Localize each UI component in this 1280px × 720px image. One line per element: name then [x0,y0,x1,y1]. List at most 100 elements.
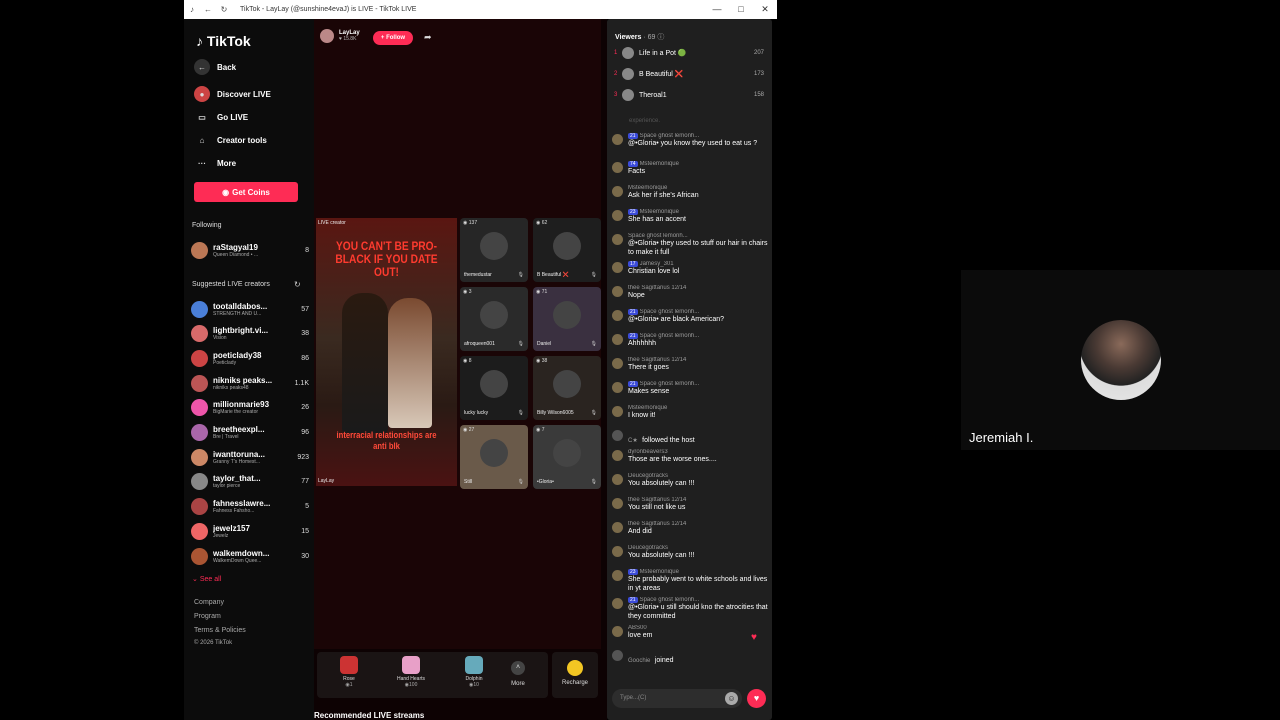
suggested-creator[interactable]: taylor_that... taylor pierce 77 [191,471,309,493]
user-avatar [612,474,623,485]
minimize-button[interactable]: — [705,4,729,15]
rank: 1 [614,50,618,56]
chat-text: There it goes [628,364,669,371]
user-avatar [612,570,623,581]
creator-name: raStagyal19 [213,242,258,252]
nav-go-live[interactable]: ▭ Go LIVE [194,109,248,125]
guest-tile[interactable]: ◉ 8 lucky lucky 🎙 [460,356,528,420]
creator-sub: Jewelz [213,532,229,539]
gift-rose[interactable]: Rose ◉1 [325,656,373,688]
gift-dolphin[interactable]: Dolphin ◉10 [450,656,498,688]
guest-score-value: 3 [468,289,472,295]
emoji-icon[interactable]: ☺ [725,692,738,705]
poster-figure-woman [388,298,432,428]
suggested-creator[interactable]: poeticlady38 Poeticlady 86 [191,347,309,369]
viewer-count: 15 [301,527,309,535]
chat-message: 23 Msteemonique She probably went to white… [612,569,768,593]
guest-tile[interactable]: ◉ 71 Daniel 🎙 [533,287,601,351]
suggested-creator[interactable]: iwanttoruna... Granny T's Homest... 923 [191,446,309,468]
host-video-poster[interactable]: LIVE creator YOU CAN'T BE PRO-BLACK IF Y… [316,218,457,486]
viewers-count: · 69 [643,34,656,41]
host-info[interactable]: LayLay ♥ 15.8K [320,29,360,43]
poster-title: YOU CAN'T BE PRO-BLACK IF YOU DATE OUT! [335,239,438,279]
refresh-icon[interactable]: ↻ [216,5,232,14]
guest-tile[interactable]: ◉ 38 Billy Wilson6005 🎙 [533,356,601,420]
chat-user: Msteemonique [639,161,679,167]
chat-message: C★ followed the host [612,429,768,447]
suggested-creator[interactable]: fahnesslawre... Fahness Fahsho... 5 [191,496,309,518]
user-avatar [612,598,623,609]
guest-score-value: 38 [541,358,548,364]
avatar [191,473,208,491]
nav-more[interactable]: ··· More [194,155,236,171]
footer-program[interactable]: Program [194,613,221,620]
top-viewer-row[interactable]: 2 B Beautiful ❌ 173 [614,65,764,83]
viewer-count: 86 [301,354,309,362]
chat-user[interactable]: Goochie [628,658,650,664]
guest-tile[interactable]: ◉ 62 B Beautiful ❌ 🎙 [533,218,601,282]
chat-user[interactable]: C★ [628,438,638,444]
like-heart-button[interactable]: ♥ [747,689,766,708]
refresh-icon[interactable]: ↻ [294,280,301,289]
more-gifts-button[interactable]: ˄ More [511,661,525,687]
coin-icon: ◉ [222,187,230,197]
suggested-creator[interactable]: breetheexpl... Bre | Travel 96 [191,422,309,444]
chat-text: Those are the worse ones.... [628,456,717,463]
chat-text: Christian love lol [628,268,680,275]
share-icon[interactable]: ➦ [424,32,432,43]
see-all-link[interactable]: ⌄ See all [192,575,221,583]
tiktok-logo[interactable]: ♪ TikTok [196,33,251,49]
nav-back[interactable]: ← Back [194,59,236,75]
mic-icon: 🎙 [590,410,597,416]
guest-name: Still [464,479,473,485]
suggested-creator[interactable]: lightbright.vi... Vision 38 [191,323,309,345]
viewers-header[interactable]: Viewers · 69 ⓘ [615,32,664,42]
chat-text: You absolutely can !!! [628,480,695,487]
nav-creator-tools[interactable]: ⌂ Creator tools [194,132,267,148]
chat-input[interactable]: Type...(C) [612,689,742,708]
user-avatar [612,626,623,637]
creator-name: jewelz157 [213,523,250,533]
user-avatar [612,498,623,509]
gift-hand-hearts[interactable]: Hand Hearts ◉100 [387,656,435,688]
maximize-button[interactable]: □ [729,4,753,15]
guest-avatar [553,301,581,329]
following-creator[interactable]: raStagyal19 Queen Diamond • ... 8 [191,239,309,261]
chat-message: thee Sagittarius 12/14 And did [612,521,768,536]
guest-score: ◉ 7 [536,427,545,433]
back-arrow-icon[interactable]: ← [200,5,216,14]
footer-terms[interactable]: Terms & Policies [194,627,246,634]
recharge-label: Recharge [561,680,588,686]
suggested-creator[interactable]: walkemdown... WalkemDown Quee... 30 [191,545,309,567]
recharge-button[interactable]: Recharge [552,652,598,698]
close-button[interactable]: ✕ [753,4,777,15]
top-viewer-row[interactable]: 1 Life in a Pot 🟢 207 [614,44,764,62]
rose-icon [340,656,358,674]
gift-bar: Rose ◉1 Hand Hearts ◉100 Dolphin ◉10 ˄ M… [317,652,548,698]
chat-message: 21 Space ghost lemonh... Makes sense [612,381,768,396]
suggested-creator[interactable]: nikniks peaks... nikniks peaks48 1.1K [191,372,309,394]
arrow-left-icon: ← [194,59,210,75]
guest-tile[interactable]: ◉ 137 themedustar 🎙 [460,218,528,282]
info-icon[interactable]: ⓘ [657,34,664,41]
chat-text: I know it! [628,412,656,419]
chat-text: @•Gloria• they used to stuff our hair in… [628,240,768,256]
guest-score: ◉ 8 [463,358,472,364]
host-avatar [320,29,334,43]
top-viewer-row[interactable]: 3 Theroal1 158 [614,86,764,104]
guest-tile[interactable]: ◉ 27 Still 🎙 [460,425,528,489]
guest-tile[interactable]: ◉ 7 •Gloria• 🎙 [533,425,601,489]
suggested-creator[interactable]: jewelz157 Jewelz 15 [191,520,309,542]
get-coins-button[interactable]: ◉ Get Coins [194,182,298,202]
follow-button[interactable]: + Follow [373,31,413,45]
browser-window: ♪ ← ↻ TikTok - LayLay (@sunshine4evaJ) i… [184,0,777,720]
chat-text: Ahhhhhh [628,340,657,347]
chat-message: Goochie joined [612,649,768,667]
mic-icon: 🎙 [590,272,597,278]
guest-name: B Beautiful ❌ [537,272,569,278]
guest-tile[interactable]: ◉ 3 afroqueen001 🎙 [460,287,528,351]
nav-discover-live[interactable]: ● Discover LIVE [194,86,271,102]
suggested-creator[interactable]: millionmarie93 BigMarie the creator 26 [191,397,309,419]
suggested-creator[interactable]: tootalldabos... STRENGTH AND U... 57 [191,298,309,320]
footer-company[interactable]: Company [194,599,224,606]
